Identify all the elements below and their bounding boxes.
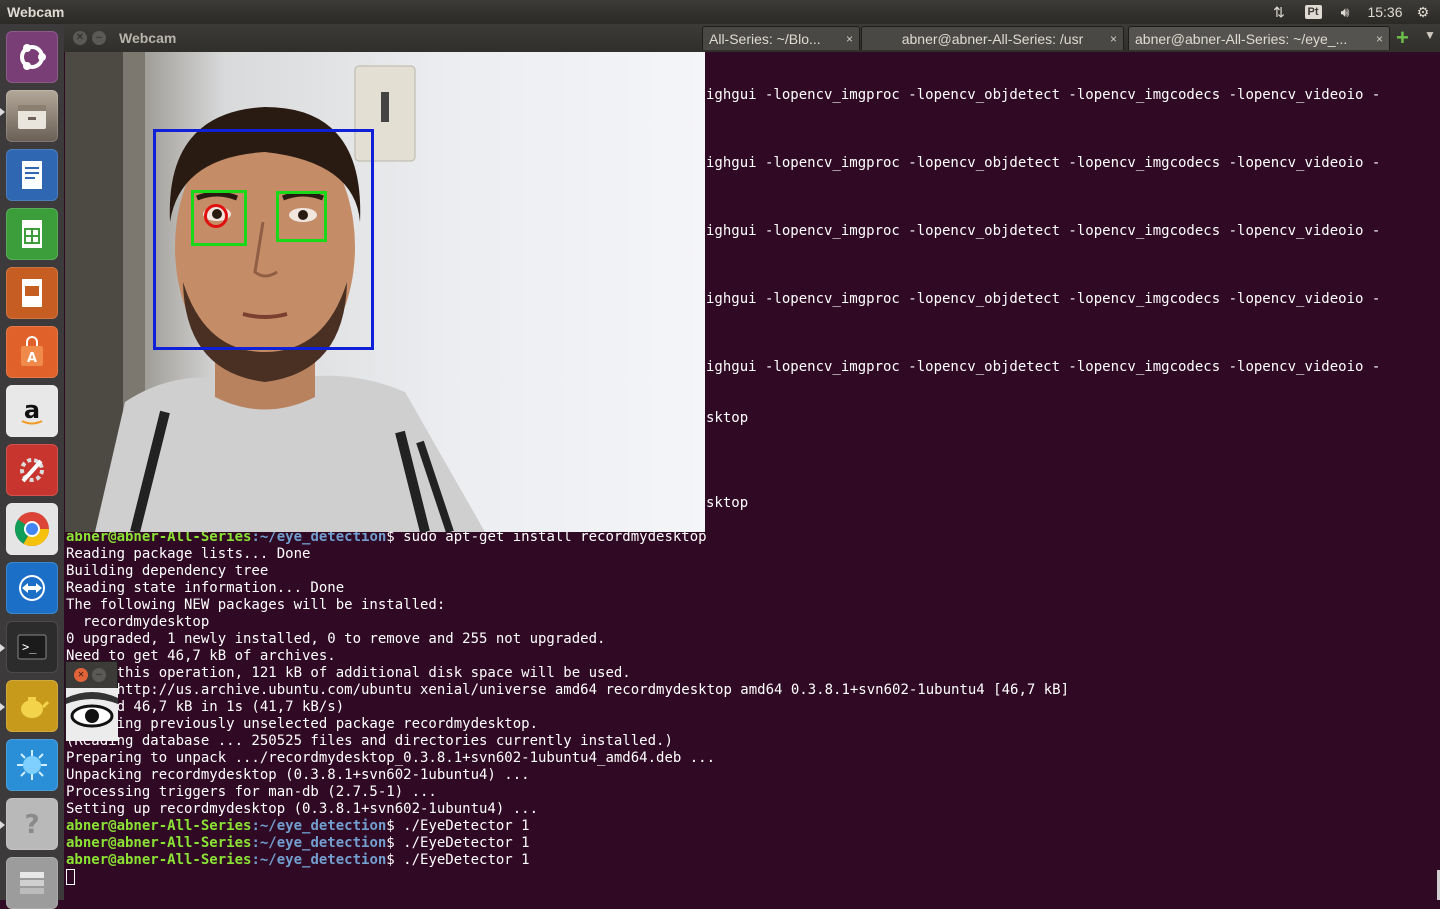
terminal-prompt-line: abner@abner-All-Series:~/eye_detection$ …	[66, 835, 530, 851]
launcher-chrome[interactable]	[6, 503, 58, 555]
launcher-app[interactable]	[6, 739, 58, 791]
keyboard-layout-label: Pt	[1304, 5, 1322, 19]
terminal-line: sktop	[706, 410, 749, 426]
terminal-line: ing previously unselected package record…	[66, 716, 539, 732]
wrench-icon	[20, 458, 44, 483]
launcher-ubuntu-dash[interactable]	[6, 31, 58, 83]
tab-close-icon[interactable]: ×	[1110, 27, 1117, 50]
launcher-files[interactable]	[6, 90, 58, 142]
running-indicator	[0, 644, 5, 652]
running-indicator	[0, 821, 5, 829]
pupil-marker	[204, 204, 228, 228]
splash-icon	[17, 750, 47, 780]
terminal-line: (Reading database ... 250525 files and d…	[66, 733, 673, 749]
webcam-frame	[65, 52, 705, 532]
eye-preview-window[interactable]: ✕ –	[65, 661, 118, 741]
launcher-writer[interactable]	[6, 149, 58, 201]
launcher-teapot[interactable]	[6, 680, 58, 732]
help-icon: ?	[24, 810, 39, 840]
ubuntu-logo-icon	[20, 44, 46, 70]
launcher-software-center[interactable]: A	[6, 326, 58, 378]
keyboard-layout-indicator[interactable]: Pt	[1300, 0, 1326, 24]
launcher-workspaces[interactable]	[6, 857, 58, 909]
terminal-line: recordmydesktop	[66, 614, 210, 630]
window-title: Webcam	[119, 30, 177, 46]
svg-text:?: ?	[24, 810, 39, 840]
network-updown-icon[interactable]: ⇅	[1266, 0, 1292, 24]
terminal-line: http://us.archive.ubuntu.com/ubuntu xeni…	[66, 682, 1070, 698]
active-app-title: Webcam	[7, 4, 65, 20]
launcher-impress[interactable]	[6, 267, 58, 319]
terminal-line: ighgui -lopencv_imgproc -lopencv_objdete…	[706, 359, 1381, 375]
top-panel: Webcam ⇅ Pt 🔊︎ 15:36 ⚙	[0, 0, 1440, 24]
terminal-line: ighgui -lopencv_imgproc -lopencv_objdete…	[706, 87, 1381, 103]
terminal-line: ighgui -lopencv_imgproc -lopencv_objdete…	[706, 155, 1381, 171]
minimize-window-button[interactable]: –	[92, 668, 106, 682]
terminal-line: Reading state information... Done	[66, 580, 345, 596]
text-cursor	[66, 869, 75, 885]
terminal-line: ighgui -lopencv_imgproc -lopencv_objdete…	[706, 291, 1381, 307]
file-cabinet-icon	[18, 105, 46, 129]
terminal-line: 0 upgraded, 1 newly installed, 0 to remo…	[66, 631, 606, 647]
tab-label: abner@abner-All-Series: /usr	[901, 31, 1084, 47]
tab-close-icon[interactable]: ×	[1376, 27, 1383, 50]
launcher-teamviewer[interactable]	[6, 562, 58, 614]
svg-text:a: a	[24, 396, 40, 424]
minimize-window-button[interactable]: –	[92, 31, 106, 45]
tab-close-icon[interactable]: ×	[846, 27, 853, 50]
terminal-line: this operation, 121 kB of additional dis…	[66, 665, 631, 681]
terminal-line: Preparing to unpack .../recordmydesktop_…	[66, 750, 716, 766]
new-tab-button[interactable]: +	[1396, 26, 1409, 50]
running-indicator	[0, 108, 5, 116]
right-eye-detection-box	[276, 191, 327, 242]
running-indicator	[0, 703, 5, 711]
launcher-terminal[interactable]: >_	[6, 621, 58, 673]
gear-icon[interactable]: ⚙	[1410, 0, 1436, 24]
close-window-button[interactable]: ✕	[74, 668, 88, 682]
volume-icon[interactable]: 🔊︎	[1332, 0, 1358, 24]
terminal-line: Reading package lists... Done	[66, 546, 311, 562]
terminal-line: Building dependency tree	[66, 563, 269, 579]
tab-label: All-Series: ~/Blo...	[709, 31, 821, 47]
chrome-icon	[15, 512, 49, 546]
eye-preview-image	[66, 688, 118, 741]
svg-text:>_: >_	[22, 640, 37, 654]
terminal-icon: >_	[17, 634, 47, 660]
tab-label: abner@abner-All-Series: ~/eye_...	[1135, 31, 1348, 47]
window-titlebar: ✕ – Webcam All-Series: ~/Blo... × abner@…	[64, 24, 1440, 52]
shopping-bag-icon: A	[21, 336, 43, 366]
presentation-icon	[22, 279, 42, 307]
clock[interactable]: 15:36	[1364, 0, 1406, 24]
teapot-icon	[21, 697, 49, 718]
terminal-prompt-line: abner@abner-All-Series:~/eye_detection$ …	[66, 852, 530, 868]
launcher: A a >_ ?	[0, 24, 65, 909]
tab-list-chevron-down-icon[interactable]: ▼	[1424, 28, 1436, 42]
terminal-line: sktop	[706, 495, 749, 511]
tab-eye-detection[interactable]: abner@abner-All-Series: ~/eye_... ×	[1128, 26, 1390, 50]
teamviewer-icon	[19, 575, 45, 601]
close-window-button[interactable]: ✕	[73, 31, 87, 45]
tab-blog[interactable]: All-Series: ~/Blo... ×	[702, 26, 860, 50]
terminal-line: Unpacking recordmydesktop (0.3.8.1+svn60…	[66, 767, 530, 783]
launcher-amazon[interactable]: a	[6, 385, 58, 437]
terminal-prompt-line: abner@abner-All-Series:~/eye_detection$ …	[66, 818, 530, 834]
terminal-line: The following NEW packages will be insta…	[66, 597, 446, 613]
workspaces-icon	[20, 872, 44, 894]
launcher-help[interactable]: ?	[6, 798, 58, 850]
eye-icon	[66, 688, 118, 741]
amazon-icon: a	[21, 396, 43, 425]
terminal-line: ighgui -lopencv_imgproc -lopencv_objdete…	[706, 223, 1381, 239]
document-icon	[22, 161, 42, 189]
spreadsheet-icon	[22, 220, 42, 248]
face-detection-box	[153, 129, 374, 350]
tab-usr[interactable]: abner@abner-All-Series: /usr ×	[861, 26, 1124, 50]
terminal-input-line[interactable]	[66, 869, 75, 887]
svg-text:A: A	[27, 351, 37, 366]
terminal-line: Setting up recordmydesktop (0.3.8.1+svn6…	[66, 801, 539, 817]
launcher-settings[interactable]	[6, 444, 58, 496]
launcher-calc[interactable]	[6, 208, 58, 260]
terminal-line: Processing triggers for man-db (2.7.5-1)…	[66, 784, 437, 800]
